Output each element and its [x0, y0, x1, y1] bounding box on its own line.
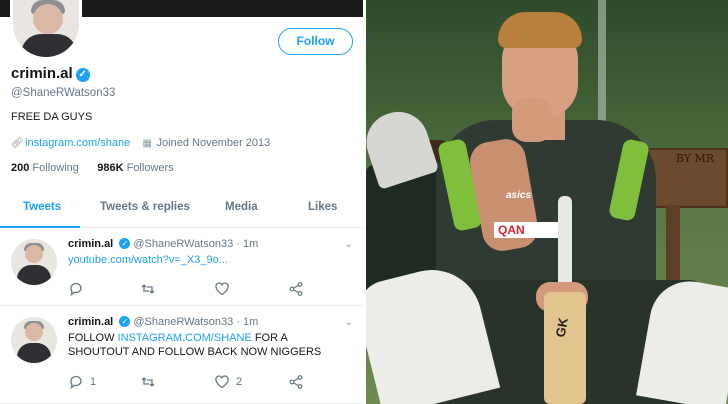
chevron-down-icon[interactable]: ⌄: [345, 239, 353, 250]
retweet-icon: [141, 377, 155, 387]
tweet-author-handle: @ShaneRWatson33: [133, 316, 234, 328]
like-count: 2: [236, 376, 243, 388]
share-icon: [289, 375, 303, 389]
calendar-icon: ▦: [142, 138, 152, 149]
tweet-link[interactable]: INSTAGRAM.COM/SHANE: [118, 332, 252, 344]
tweet-link[interactable]: youtube.com/watch?v=_X3_9o...: [68, 254, 228, 266]
tweet-author-name[interactable]: crimin.al: [68, 316, 113, 328]
profile-bio: FREE DA GUYS: [11, 111, 93, 123]
tweet-avatar[interactable]: [11, 317, 57, 363]
tab-likes[interactable]: Likes: [308, 201, 337, 213]
verified-badge-icon: ✓: [75, 68, 90, 82]
profile-joined-date: Joined November 2013: [156, 137, 271, 149]
photo-player-hand: [512, 98, 552, 142]
photo-bat-blade: [544, 292, 586, 404]
tweet-item[interactable]: crimin.al ✓ @ShaneRWatson33 · 1m ⌄ youtu…: [0, 229, 363, 306]
tab-tweets[interactable]: Tweets: [23, 201, 61, 213]
tweet-time: 1m: [243, 238, 259, 250]
active-tab-indicator: [0, 226, 80, 228]
tweet-author-handle: @ShaneRWatson33: [133, 238, 234, 250]
follow-button[interactable]: Follow: [278, 28, 353, 55]
like-button[interactable]: [214, 281, 236, 297]
link-icon: 🔗︎: [11, 138, 24, 149]
photo-pole: [598, 0, 606, 130]
tweet-time: 1m: [243, 316, 259, 328]
cricketer-photo: BY MR asics QAN GK: [366, 0, 728, 404]
heart-icon: [215, 375, 229, 389]
profile-stats: 200 Following 986K Followers: [11, 162, 174, 174]
share-button[interactable]: [288, 281, 304, 297]
followers-label: Followers: [126, 162, 174, 174]
twitter-profile-panel: Follow crimin.al ✓ @ShaneRWatson33 FREE D…: [0, 0, 363, 404]
photo-player-hair: [498, 12, 582, 48]
heart-icon: [215, 282, 229, 296]
reply-count: 1: [90, 376, 97, 388]
retweet-icon: [141, 284, 155, 294]
tweet-header: crimin.al ✓ @ShaneRWatson33 · 1m: [68, 238, 258, 250]
following-stat[interactable]: 200 Following: [11, 162, 79, 174]
reply-button[interactable]: [68, 281, 90, 297]
followers-count: 986K: [97, 162, 124, 174]
tweet-separator: ·: [236, 238, 240, 250]
reply-icon: [70, 375, 82, 389]
photo-bat-handle: [558, 196, 572, 296]
profile-meta: 🔗︎ instagram.com/shane ▦ Joined November…: [11, 137, 270, 149]
reply-icon: [70, 282, 82, 296]
followers-stat[interactable]: 986K Followers: [97, 162, 173, 174]
tweet-separator: ·: [236, 316, 240, 328]
profile-avatar[interactable]: [10, 0, 82, 60]
tweet-text-pre: FOLLOW: [68, 332, 118, 344]
tab-tweets-and-replies[interactable]: Tweets & replies: [100, 201, 190, 213]
tweet-actions: 1 2: [68, 374, 318, 390]
tweet-item[interactable]: crimin.al ✓ @ShaneRWatson33 · 1m ⌄ FOLLO…: [0, 306, 363, 404]
verified-badge-icon: ✓: [119, 238, 131, 249]
profile-website-link[interactable]: instagram.com/shane: [25, 137, 130, 149]
following-label: Following: [32, 162, 79, 174]
tweet-author-name[interactable]: crimin.al: [68, 238, 113, 250]
retweet-button[interactable]: [140, 374, 156, 390]
shirt-brand-logo: asics: [506, 190, 532, 201]
reply-button[interactable]: 1: [68, 374, 96, 390]
profile-name: crimin.al ✓: [11, 65, 90, 82]
like-button[interactable]: 2: [214, 374, 242, 390]
profile-name-text: crimin.al: [11, 65, 73, 82]
profile-tabs: Tweets Tweets & replies Media Likes: [0, 188, 363, 228]
share-button[interactable]: [288, 374, 304, 390]
tweet-actions: [68, 281, 318, 297]
bench-plaque-text: BY MR: [676, 152, 715, 165]
tweet-body: youtube.com/watch?v=_X3_9o...: [68, 253, 348, 267]
profile-handle: @ShaneRWatson33: [11, 87, 116, 99]
shirt-sponsor-logo: QAN: [494, 222, 564, 238]
retweet-button[interactable]: [140, 281, 156, 297]
tweet-body: FOLLOW INSTAGRAM.COM/SHANE FOR A SHOUTOU…: [68, 331, 348, 359]
following-count: 200: [11, 162, 30, 174]
tweet-header: crimin.al ✓ @ShaneRWatson33 · 1m: [68, 316, 258, 328]
tab-media[interactable]: Media: [225, 201, 258, 213]
chevron-down-icon[interactable]: ⌄: [345, 317, 353, 328]
verified-badge-icon: ✓: [119, 316, 131, 327]
tweet-avatar[interactable]: [11, 239, 57, 285]
share-icon: [289, 282, 303, 296]
